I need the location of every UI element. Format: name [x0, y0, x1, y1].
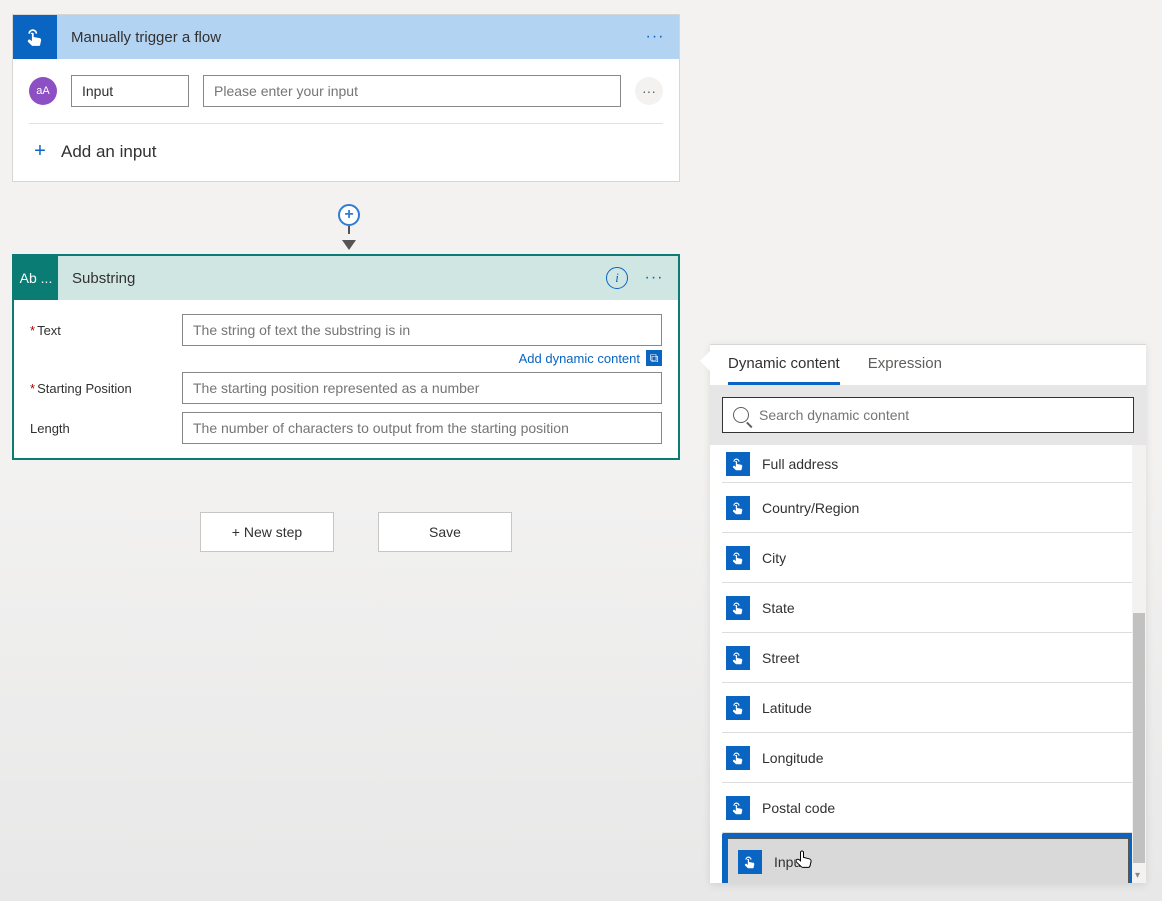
- add-input-label: Add an input: [61, 142, 156, 162]
- field-input-length[interactable]: [182, 412, 662, 444]
- trigger-more-button[interactable]: ···: [643, 25, 667, 49]
- trigger-header[interactable]: Manually trigger a flow ···: [13, 15, 679, 59]
- dc-item-postal-code[interactable]: Postal code: [722, 783, 1134, 833]
- trigger-output-icon: [726, 452, 750, 476]
- action-header[interactable]: Ab ... Substring i ···: [14, 256, 678, 300]
- plus-icon: +: [29, 140, 51, 163]
- field-label-length: Length: [30, 421, 182, 436]
- chevron-down-icon[interactable]: ▾: [1135, 870, 1140, 881]
- dc-item-country-region[interactable]: Country/Region: [722, 483, 1134, 533]
- add-dynamic-content-icon[interactable]: ⧉: [646, 350, 662, 366]
- flow-connector: +: [338, 204, 360, 250]
- trigger-output-icon: [726, 696, 750, 720]
- dc-item-label: City: [762, 550, 786, 566]
- dc-item-label: Street: [762, 650, 799, 666]
- dc-item-label: State: [762, 600, 795, 616]
- action-type-icon: Ab ...: [14, 256, 58, 300]
- dc-scrollbar-thumb[interactable]: [1133, 613, 1145, 863]
- tab-dynamic-content[interactable]: Dynamic content: [728, 355, 840, 385]
- trigger-card: Manually trigger a flow ··· aA ··· + Add…: [12, 14, 680, 182]
- connector-line: [348, 226, 350, 234]
- param-type-badge: aA: [29, 77, 57, 105]
- action-card-substring: Ab ... Substring i ··· Text Add dynamic …: [12, 254, 680, 460]
- action-more-button[interactable]: ···: [642, 266, 666, 290]
- dc-search-box[interactable]: [722, 397, 1134, 433]
- dc-search-wrap: [710, 385, 1146, 445]
- dc-item-latitude[interactable]: Latitude: [722, 683, 1134, 733]
- dc-item-label: Country/Region: [762, 500, 859, 516]
- new-step-button[interactable]: + New step: [200, 512, 334, 552]
- trigger-output-icon: [726, 746, 750, 770]
- dc-list-wrap: Full address Country/Region City State S…: [710, 445, 1146, 883]
- dc-item-label: Postal code: [762, 800, 835, 816]
- field-row-text: Text: [30, 314, 662, 346]
- trigger-input-name-field[interactable]: [71, 75, 189, 107]
- add-dynamic-content-row: Add dynamic content ⧉: [30, 350, 662, 366]
- dc-item-full-address[interactable]: Full address: [722, 445, 1134, 483]
- arrow-down-icon: [342, 240, 356, 250]
- dc-item-state[interactable]: State: [722, 583, 1134, 633]
- dc-item-city[interactable]: City: [722, 533, 1134, 583]
- dc-item-longitude[interactable]: Longitude: [722, 733, 1134, 783]
- dc-list: Full address Country/Region City State S…: [710, 445, 1146, 883]
- tab-expression[interactable]: Expression: [868, 355, 942, 385]
- action-title: Substring: [58, 270, 606, 287]
- dc-item-label: Full address: [762, 456, 838, 472]
- bottom-button-row: + New step Save: [200, 512, 512, 552]
- dc-scrollbar[interactable]: ▾: [1132, 445, 1146, 883]
- trigger-type-icon: [13, 15, 57, 59]
- trigger-output-icon: [726, 596, 750, 620]
- trigger-output-icon: [726, 796, 750, 820]
- field-label-text: Text: [30, 323, 182, 338]
- search-icon: [733, 407, 749, 423]
- trigger-body: aA ··· + Add an input: [13, 59, 679, 181]
- panel-pointer-icon: [700, 351, 710, 371]
- info-icon[interactable]: i: [606, 267, 628, 289]
- dc-search-input[interactable]: [759, 407, 1123, 423]
- field-row-start: Starting Position: [30, 372, 662, 404]
- dc-item-label: Input: [774, 854, 805, 870]
- insert-step-button[interactable]: +: [338, 204, 360, 226]
- action-body: Text Add dynamic content ⧉ Starting Posi…: [14, 300, 678, 458]
- dc-item-street[interactable]: Street: [722, 633, 1134, 683]
- dc-tabs: Dynamic content Expression: [710, 345, 1146, 385]
- dc-item-label: Latitude: [762, 700, 812, 716]
- trigger-output-icon: [726, 546, 750, 570]
- trigger-input-row: aA ···: [29, 75, 663, 124]
- dc-item-label: Longitude: [762, 750, 824, 766]
- trigger-output-icon: [726, 496, 750, 520]
- add-input-button[interactable]: + Add an input: [29, 124, 663, 173]
- trigger-input-row-more[interactable]: ···: [635, 77, 663, 105]
- dc-item-input-selected[interactable]: Input: [722, 833, 1134, 883]
- dynamic-content-panel: Dynamic content Expression Full address …: [710, 344, 1146, 883]
- trigger-input-desc-field[interactable]: [203, 75, 621, 107]
- trigger-title: Manually trigger a flow: [57, 29, 643, 46]
- field-label-start: Starting Position: [30, 381, 182, 396]
- save-button[interactable]: Save: [378, 512, 512, 552]
- add-dynamic-content-link[interactable]: Add dynamic content: [519, 351, 640, 366]
- trigger-output-icon: [738, 850, 762, 874]
- field-row-length: Length: [30, 412, 662, 444]
- trigger-output-icon: [726, 646, 750, 670]
- field-input-start[interactable]: [182, 372, 662, 404]
- field-input-text[interactable]: [182, 314, 662, 346]
